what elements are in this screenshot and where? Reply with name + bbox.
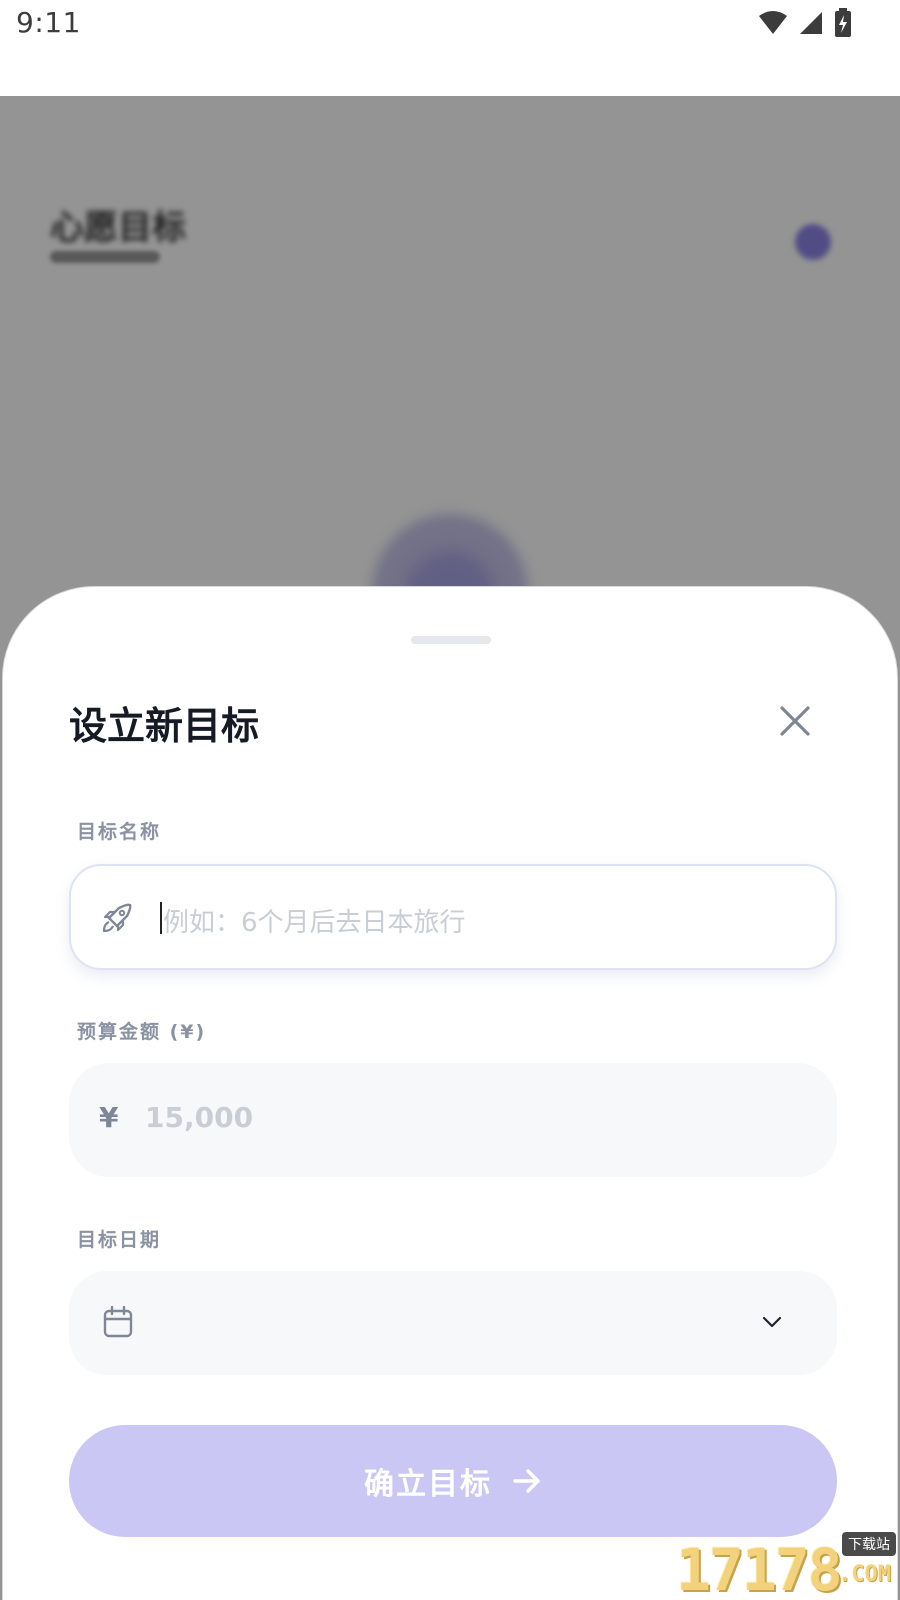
drag-handle[interactable] (411, 636, 491, 644)
watermark-suffix: .COM (838, 1562, 891, 1587)
close-button[interactable] (773, 699, 817, 743)
budget-label: 预算金额 (¥) (77, 1021, 207, 1043)
wifi-icon (759, 11, 787, 34)
currency-symbol: ¥ (99, 1101, 119, 1134)
watermark-number: 17178 (676, 1536, 843, 1600)
goal-name-placeholder: 例如：6个月后去日本旅行 (163, 908, 466, 938)
text-caret (160, 902, 162, 934)
close-icon (780, 706, 810, 736)
status-bar: 9:11 (0, 0, 900, 96)
new-goal-sheet: 设立新目标 目标名称 例如：6个月后去日本旅行 预算金额 (¥) ¥ 15,00… (2, 586, 898, 1600)
screen: 心愿目标 9:11 设立新目标 目标名称 例如：6个月后去日本旅行 预算金额 (… (0, 0, 900, 1600)
status-time: 9:11 (16, 6, 81, 39)
chevron-down-icon (762, 1316, 782, 1328)
goal-name-label: 目标名称 (77, 821, 162, 843)
budget-placeholder: 15,000 (145, 1101, 254, 1134)
target-date-picker[interactable] (69, 1271, 837, 1375)
site-watermark: 17178 下载站 .COM (676, 1532, 898, 1600)
goal-name-field[interactable]: 例如：6个月后去日本旅行 (69, 864, 837, 970)
target-date-label: 目标日期 (77, 1229, 162, 1251)
watermark-tag: 下载站 (842, 1532, 896, 1556)
sheet-title: 设立新目标 (69, 704, 260, 748)
rocket-icon (102, 903, 132, 933)
calendar-icon (103, 1306, 133, 1338)
confirm-goal-button[interactable]: 确立目标 (69, 1425, 837, 1537)
cell-signal-icon (800, 12, 822, 34)
budget-field[interactable]: ¥ 15,000 (69, 1063, 837, 1177)
arrow-right-icon (513, 1469, 540, 1493)
status-icons (758, 8, 852, 38)
confirm-goal-label: 确立目标 (364, 1467, 492, 1502)
battery-charging-icon (835, 8, 851, 37)
